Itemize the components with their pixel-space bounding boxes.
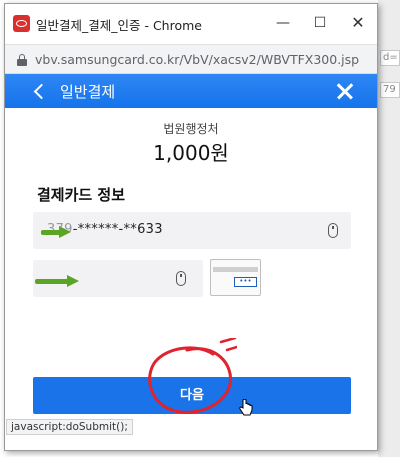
section-title: 결제카드 정보: [37, 186, 126, 204]
mouse-icon[interactable]: [176, 271, 186, 286]
header-title: 일반결제: [60, 83, 116, 101]
status-bar: javascript:doSubmit();: [6, 419, 133, 435]
popup-window: 일반결제_결제_인증 - Chrome — ☐ ✕ vbv.samsungcar…: [4, 3, 378, 451]
card-back-icon: •••: [210, 259, 261, 296]
background-field: d=: [380, 50, 400, 66]
lock-icon: [17, 54, 27, 66]
card-number-field[interactable]: 379-******-**633: [33, 212, 351, 249]
hand-cursor-icon: [239, 399, 253, 416]
back-arrow-icon[interactable]: [32, 83, 46, 99]
card-number-masked: -******-**633: [72, 222, 163, 237]
window-title: 일반결제_결제_인증 - Chrome: [36, 18, 202, 33]
minimize-button[interactable]: —: [266, 10, 300, 36]
url-text: vbv.samsungcard.co.kr/VbV/xacsv2/WBVTFX3…: [35, 52, 360, 67]
payment-header: 일반결제: [5, 74, 377, 108]
title-bar: 일반결제_결제_인증 - Chrome — ☐ ✕: [5, 4, 377, 44]
next-button[interactable]: 다음: [33, 377, 351, 414]
background-page: d= 79: [378, 0, 400, 457]
address-bar[interactable]: vbv.samsungcard.co.kr/VbV/xacsv2/WBVTFX3…: [5, 44, 377, 74]
payment-amount: 1,000원: [153, 141, 229, 165]
background-field: 79: [380, 82, 400, 98]
app-icon: [13, 15, 30, 32]
merchant-name: 법원행정처: [163, 122, 219, 136]
mouse-icon[interactable]: [328, 223, 338, 238]
close-icon[interactable]: [331, 78, 359, 104]
card-code-box: •••: [234, 277, 257, 287]
maximize-button[interactable]: ☐: [303, 10, 337, 36]
close-window-button[interactable]: ✕: [341, 10, 375, 36]
